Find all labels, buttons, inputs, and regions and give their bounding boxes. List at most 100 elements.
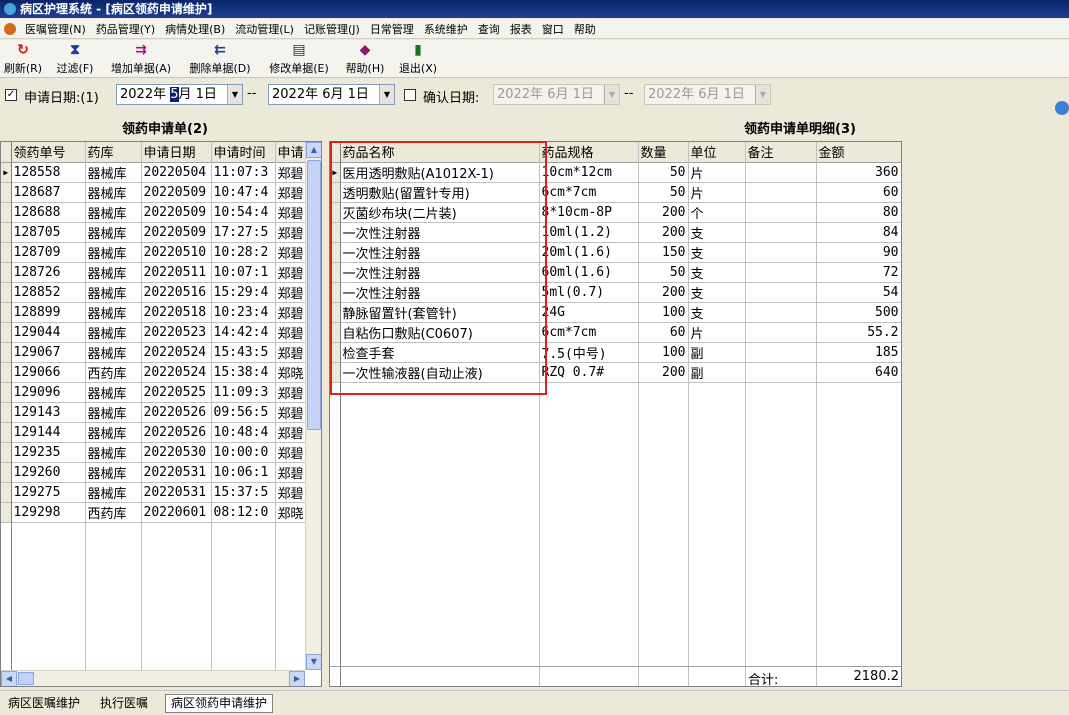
- row-indicator[interactable]: [1, 402, 12, 423]
- table-cell[interactable]: [745, 202, 817, 223]
- exit-button[interactable]: ▮ 退出(X): [395, 42, 441, 76]
- row-indicator[interactable]: [330, 282, 341, 303]
- table-cell[interactable]: 128558: [11, 162, 86, 183]
- tab-drug-request[interactable]: 病区领药申请维护: [165, 694, 274, 713]
- table-cell[interactable]: 郑碧: [275, 162, 308, 183]
- table-cell[interactable]: 100: [638, 302, 689, 323]
- table-cell[interactable]: 80: [816, 202, 901, 223]
- table-row[interactable]: ▶ 128558 器械库 20220504 11:07:3 郑碧: [1, 162, 308, 183]
- chevron-down-icon[interactable]: ▼: [755, 85, 770, 104]
- table-cell[interactable]: 检查手套: [340, 342, 540, 363]
- help-button[interactable]: ◆ 帮助(H): [342, 42, 388, 76]
- table-cell[interactable]: 支: [688, 262, 746, 283]
- column-header[interactable]: 药品名称: [340, 142, 540, 163]
- row-indicator[interactable]: [330, 222, 341, 243]
- apply-date-checkbox[interactable]: ✓: [5, 89, 17, 101]
- column-header[interactable]: 领药单号: [11, 142, 86, 163]
- table-row[interactable]: 128705 器械库 20220509 17:27:5 郑碧: [1, 222, 308, 243]
- table-cell[interactable]: 支: [688, 242, 746, 263]
- chevron-down-icon[interactable]: ▼: [227, 85, 242, 104]
- menu-window[interactable]: 窗口: [537, 20, 569, 40]
- table-cell[interactable]: [745, 342, 817, 363]
- tab-execute-orders[interactable]: 执行医嘱: [94, 694, 154, 713]
- table-cell[interactable]: 器械库: [85, 342, 142, 363]
- table-row[interactable]: 129066 西药库 20220524 15:38:4 郑晓: [1, 362, 308, 383]
- table-cell[interactable]: 器械库: [85, 482, 142, 503]
- table-cell[interactable]: 郑碧: [275, 322, 308, 343]
- table-cell[interactable]: 西药库: [85, 362, 142, 383]
- table-cell[interactable]: 郑碧: [275, 442, 308, 463]
- table-cell[interactable]: 郑碧: [275, 382, 308, 403]
- add-document-button[interactable]: ⇉ 增加单据(A): [107, 42, 175, 76]
- table-cell[interactable]: 128709: [11, 242, 86, 263]
- table-cell[interactable]: 郑碧: [275, 222, 308, 243]
- table-cell[interactable]: 20220531: [141, 482, 212, 503]
- table-cell[interactable]: 片: [688, 322, 746, 343]
- table-cell[interactable]: [745, 302, 817, 323]
- table-cell[interactable]: 支: [688, 222, 746, 243]
- table-cell[interactable]: [745, 222, 817, 243]
- column-header[interactable]: 药品规格: [539, 142, 639, 163]
- row-indicator[interactable]: [1, 442, 12, 463]
- table-cell[interactable]: 20220523: [141, 322, 212, 343]
- delete-document-button[interactable]: ⇇ 删除单据(D): [185, 42, 255, 76]
- table-cell[interactable]: 72: [816, 262, 901, 283]
- column-header[interactable]: 申请: [275, 142, 308, 163]
- menu-flow[interactable]: 流动管理(L): [230, 20, 299, 40]
- table-cell[interactable]: 10:54:4: [211, 202, 276, 223]
- table-cell[interactable]: 20220509: [141, 202, 212, 223]
- table-cell[interactable]: 郑碧: [275, 402, 308, 423]
- menu-condition[interactable]: 病情处理(B): [160, 20, 230, 40]
- table-cell[interactable]: 10:28:2: [211, 242, 276, 263]
- table-cell[interactable]: 60: [816, 182, 901, 203]
- table-cell[interactable]: 20220526: [141, 422, 212, 443]
- menu-billing[interactable]: 记账管理(J): [299, 20, 365, 40]
- table-cell[interactable]: [745, 362, 817, 383]
- scroll-up-icon[interactable]: ▲: [306, 142, 321, 158]
- table-cell[interactable]: 支: [688, 282, 746, 303]
- table-cell[interactable]: 20220504: [141, 162, 212, 183]
- table-cell[interactable]: 郑晓: [275, 362, 308, 383]
- table-cell[interactable]: 郑碧: [275, 282, 308, 303]
- table-cell[interactable]: 129298: [11, 502, 86, 523]
- confirm-date-checkbox[interactable]: [404, 89, 416, 101]
- table-cell[interactable]: [745, 162, 817, 183]
- table-row[interactable]: 129044 器械库 20220523 14:42:4 郑碧: [1, 322, 308, 343]
- menu-query[interactable]: 查询: [473, 20, 505, 40]
- table-cell[interactable]: 郑碧: [275, 422, 308, 443]
- table-cell[interactable]: 50: [638, 182, 689, 203]
- table-cell[interactable]: 郑碧: [275, 242, 308, 263]
- column-header[interactable]: 数量: [638, 142, 689, 163]
- scroll-down-icon[interactable]: ▼: [306, 654, 321, 670]
- table-cell[interactable]: 器械库: [85, 422, 142, 443]
- table-cell[interactable]: 医用透明敷贴(A1012X-1): [340, 162, 540, 183]
- table-cell[interactable]: 郑碧: [275, 182, 308, 203]
- table-cell[interactable]: 20220524: [141, 362, 212, 383]
- column-header[interactable]: 单位: [688, 142, 746, 163]
- table-cell[interactable]: 60ml(1.6): [539, 262, 639, 283]
- table-cell[interactable]: 一次性注射器: [340, 262, 540, 283]
- menu-drugs[interactable]: 药品管理(Y): [91, 20, 160, 40]
- row-indicator[interactable]: [330, 242, 341, 263]
- table-row[interactable]: 128687 器械库 20220509 10:47:4 郑碧: [1, 182, 308, 203]
- table-cell[interactable]: 20220525: [141, 382, 212, 403]
- table-cell[interactable]: 10ml(1.2): [539, 222, 639, 243]
- table-cell[interactable]: 129235: [11, 442, 86, 463]
- row-indicator[interactable]: [1, 462, 12, 483]
- table-cell[interactable]: 一次性注射器: [340, 222, 540, 243]
- table-cell[interactable]: 10:48:4: [211, 422, 276, 443]
- column-header[interactable]: 金额: [816, 142, 901, 163]
- table-cell[interactable]: 15:37:5: [211, 482, 276, 503]
- table-row[interactable]: 129298 西药库 20220601 08:12:0 郑晓: [1, 502, 308, 523]
- table-cell[interactable]: 20220601: [141, 502, 212, 523]
- row-indicator[interactable]: [330, 322, 341, 343]
- table-cell[interactable]: 129144: [11, 422, 86, 443]
- table-cell[interactable]: 90: [816, 242, 901, 263]
- row-indicator[interactable]: [1, 342, 12, 363]
- row-indicator[interactable]: [1, 302, 12, 323]
- chevron-down-icon[interactable]: ▼: [379, 85, 394, 104]
- row-indicator[interactable]: [1, 422, 12, 443]
- table-cell[interactable]: 片: [688, 162, 746, 183]
- table-cell[interactable]: 11:07:3: [211, 162, 276, 183]
- table-cell[interactable]: 一次性输液器(自动止液): [340, 362, 540, 383]
